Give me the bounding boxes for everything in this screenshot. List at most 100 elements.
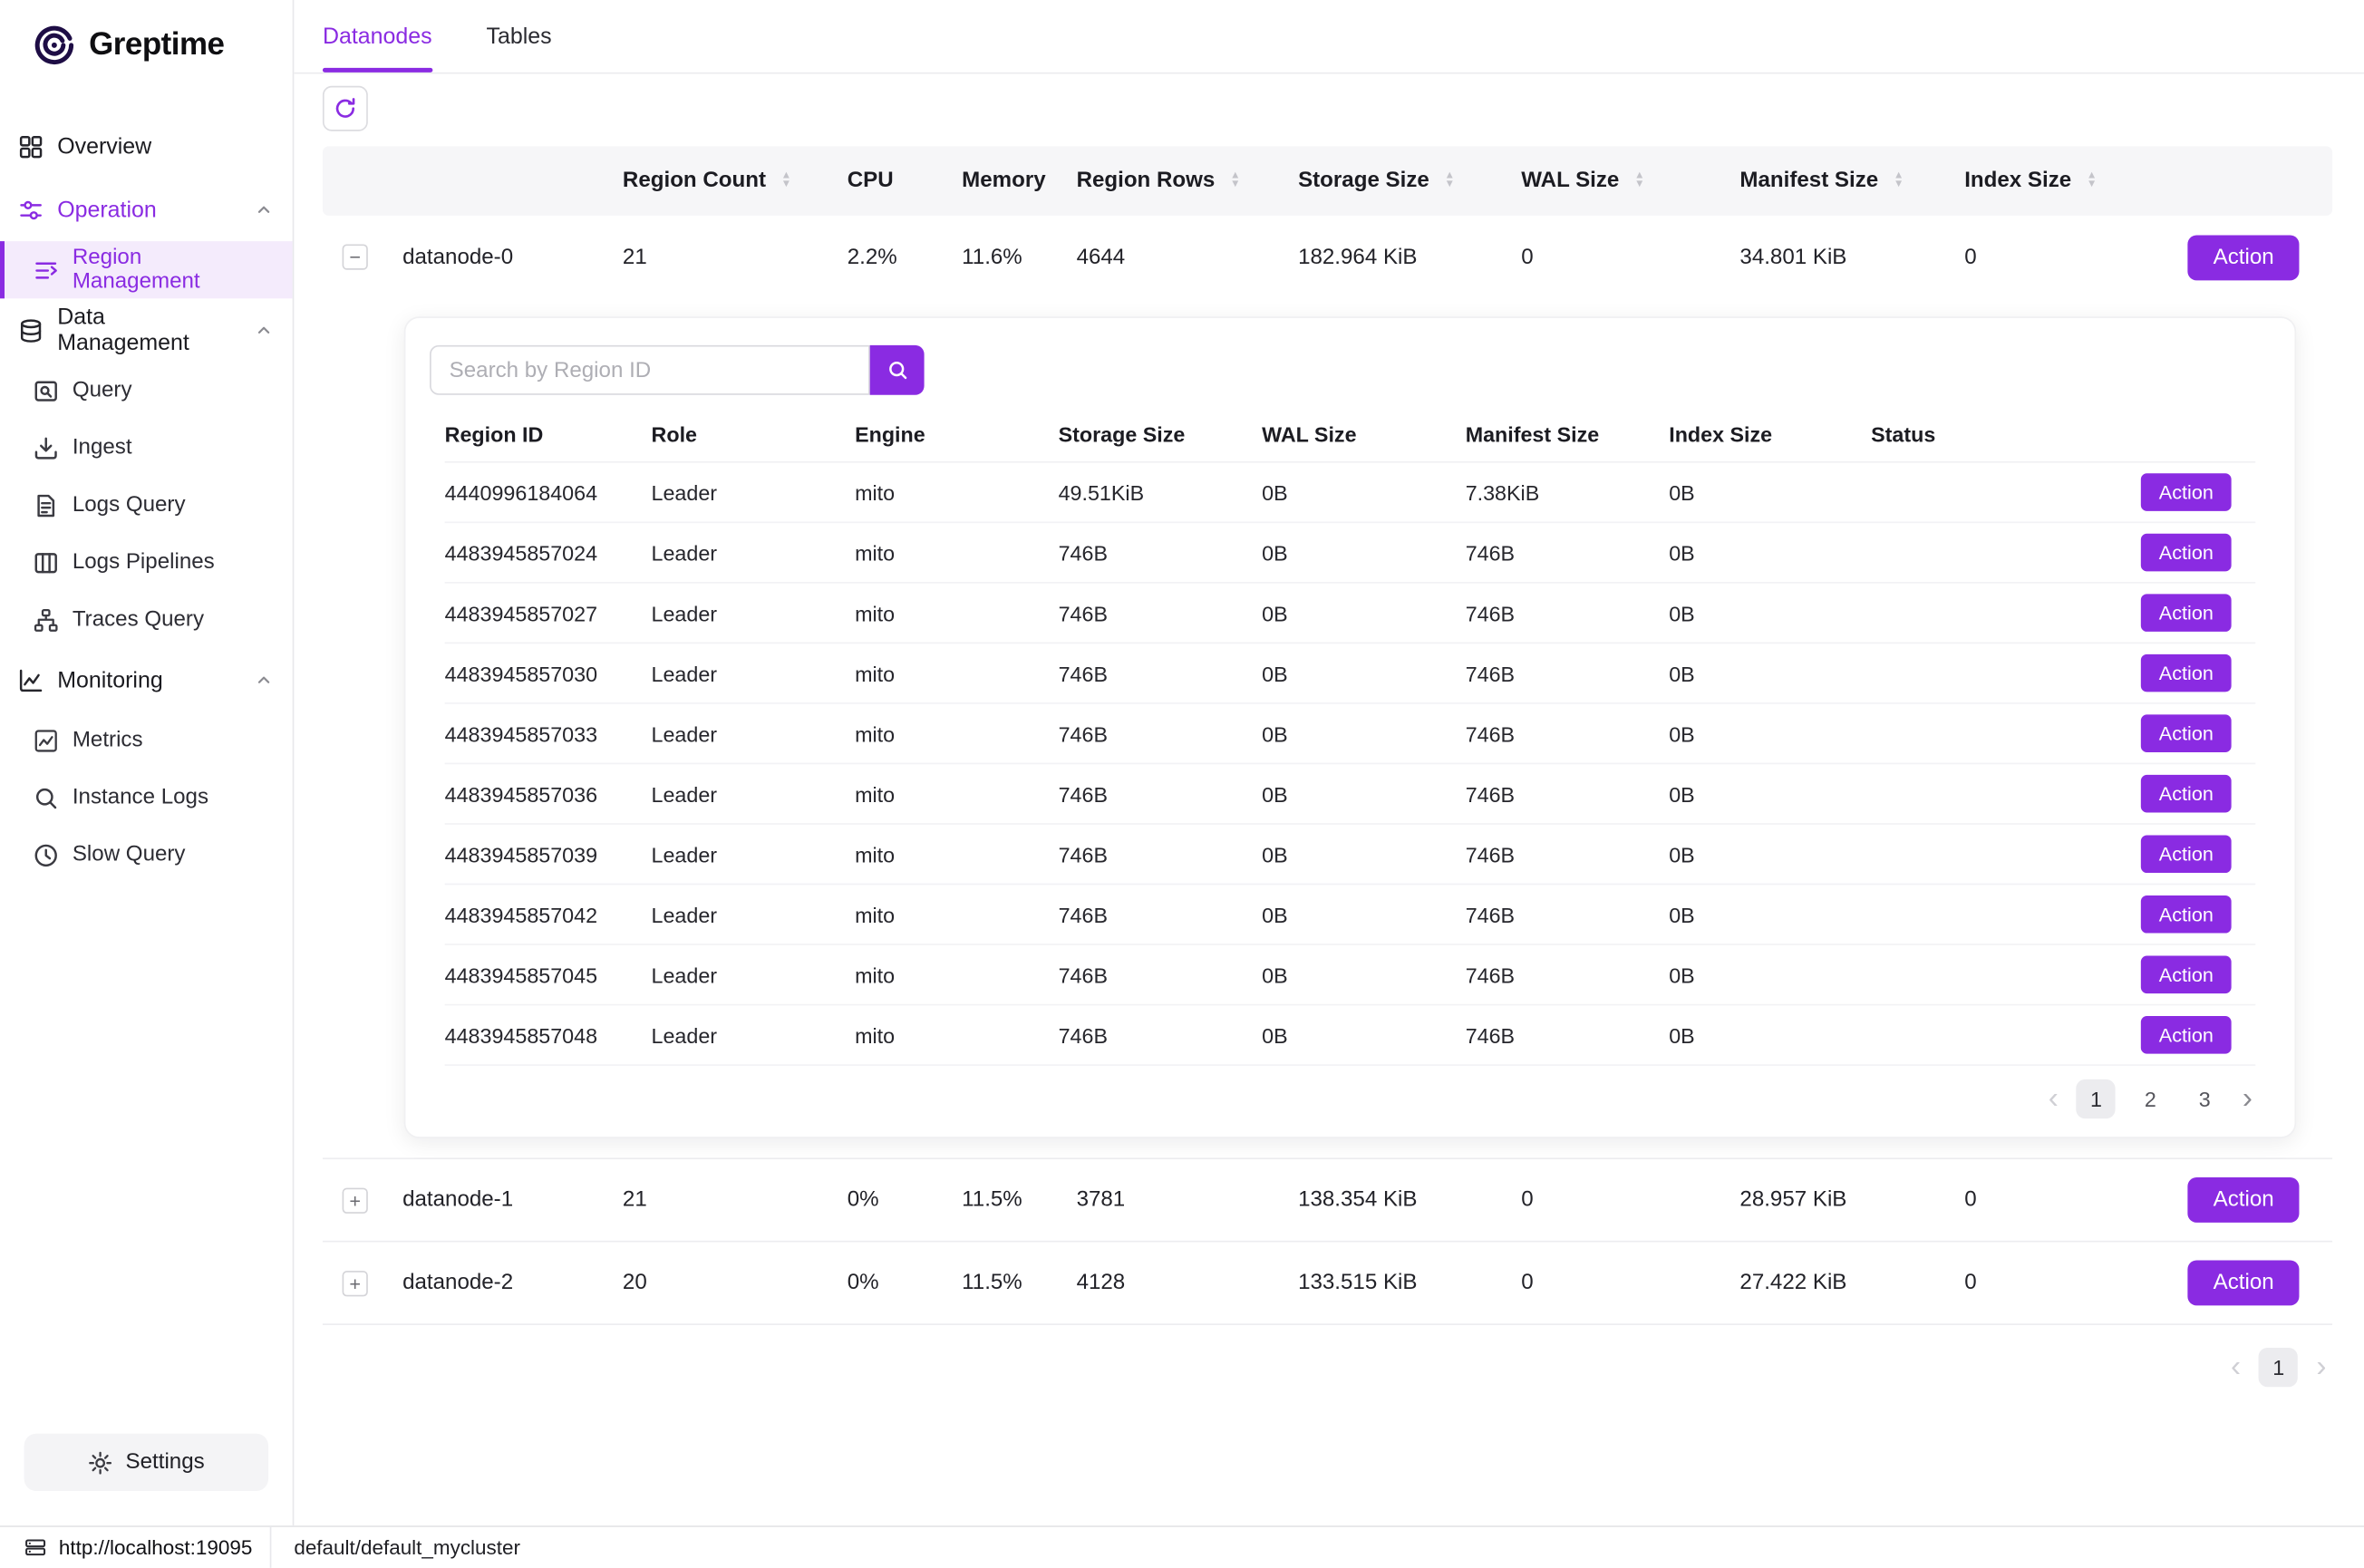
expand-row-button[interactable]: + [343, 1187, 368, 1213]
cell-storage-size: 182.964 KiB [1298, 245, 1521, 269]
sidebar-item-label: Query [73, 378, 132, 402]
statusbar: http://localhost:19095 default/default_m… [0, 1525, 2364, 1568]
cell-region-id: 4483945857045 [445, 963, 652, 987]
cell-wal-size: 0B [1262, 540, 1466, 565]
region-search [430, 345, 2271, 395]
next-page-icon[interactable]: › [2239, 1084, 2255, 1114]
sidebar-item-ingest[interactable]: Ingest [0, 419, 293, 476]
cell-role: Leader [652, 781, 856, 806]
sidebar-item-query[interactable]: Query [0, 362, 293, 419]
cell-wal-size: 0B [1262, 480, 1466, 505]
sidebar-item-slow-query[interactable]: Slow Query [0, 826, 293, 883]
sidebar-item-traces-query[interactable]: Traces Query [0, 591, 293, 648]
sort-icon[interactable]: ▲ ▼ [1230, 172, 1241, 190]
sidebar-item-label: Operation [57, 197, 157, 222]
action-button[interactable]: Action [2187, 1177, 2300, 1223]
sidebar-item-overview[interactable]: Overview [0, 114, 293, 178]
region-detail-panel: Region IDRoleEngineStorage SizeWAL SizeM… [404, 316, 2296, 1137]
sidebar-item-label: Instance Logs [73, 786, 208, 810]
search-button[interactable] [870, 345, 925, 395]
cell-role: Leader [652, 963, 856, 987]
action-button[interactable]: Action [2141, 473, 2232, 511]
sidebar-item-label: Overview [57, 133, 151, 159]
page-number[interactable]: 2 [2131, 1079, 2170, 1118]
cell-region-id: 4483945857039 [445, 842, 652, 866]
action-button[interactable]: Action [2141, 654, 2232, 692]
cell-manifest-size: 746B [1466, 781, 1670, 806]
cell-region-id: 4440996184064 [445, 480, 652, 505]
main-area: Datanodes Tables Region Count [294, 0, 2364, 1525]
cell-index-size: 0B [1669, 842, 1871, 866]
brand: Greptime [0, 0, 293, 91]
cell-storage-size: 746B [1059, 781, 1263, 806]
cell-storage-size: 746B [1059, 902, 1263, 926]
sidebar-item-logs-pipelines[interactable]: Logs Pipelines [0, 534, 293, 591]
cell-manifest-size: 746B [1466, 661, 1670, 685]
sort-icon[interactable]: ▲ ▼ [781, 172, 792, 190]
region-search-input[interactable] [430, 345, 870, 395]
sidebar-item-data-management[interactable]: Data Management [0, 298, 293, 362]
sidebar-item-region-management[interactable]: Region Management [0, 241, 293, 298]
collapse-row-button[interactable]: − [343, 244, 368, 269]
region-management-icon [34, 257, 59, 283]
action-button[interactable]: Action [2141, 775, 2232, 813]
tab-tables[interactable]: Tables [487, 0, 552, 73]
settings-button[interactable]: Settings [24, 1434, 268, 1491]
action-button[interactable]: Action [2141, 956, 2232, 994]
region-row: 4483945857033 Leader mito 746B 0B 746B 0… [445, 704, 2256, 765]
greptime-logo-icon [32, 23, 77, 68]
chevron-up-icon [253, 199, 274, 220]
region-row: 4483945857048 Leader mito 746B 0B 746B 0… [445, 1005, 2256, 1066]
action-button[interactable]: Action [2141, 1016, 2232, 1054]
refresh-button[interactable] [323, 86, 368, 131]
metrics-icon [34, 728, 59, 753]
app: Greptime Overview Operation Region Manag… [0, 0, 2364, 1568]
action-button[interactable]: Action [2141, 534, 2232, 572]
page-number[interactable]: 1 [2259, 1348, 2298, 1387]
next-page-icon: › [2313, 1352, 2330, 1382]
cell-datanode-name: datanode-2 [402, 1271, 623, 1295]
sidebar-item-metrics[interactable]: Metrics [0, 711, 293, 769]
action-button[interactable]: Action [2187, 1260, 2300, 1305]
cell-storage-size: 746B [1059, 601, 1263, 625]
cell-engine: mito [855, 540, 1059, 565]
cell-datanode-name: datanode-0 [402, 245, 623, 269]
action-button[interactable]: Action [2187, 235, 2300, 280]
column-header: Index Size [1669, 422, 1871, 447]
column-header-label: Region Count [623, 169, 766, 193]
sidebar-item-logs-query[interactable]: Logs Query [0, 477, 293, 534]
tab-datanodes[interactable]: Datanodes [323, 0, 432, 73]
brand-name: Greptime [89, 27, 224, 63]
sort-icon[interactable]: ▲ ▼ [1894, 172, 1904, 190]
cell-wal-size: 0B [1262, 721, 1466, 746]
page-number[interactable]: 3 [2185, 1079, 2224, 1118]
sidebar-item-operation[interactable]: Operation [0, 178, 293, 241]
action-button[interactable]: Action [2141, 835, 2232, 873]
cell-manifest-size: 27.422 KiB [1739, 1271, 1964, 1295]
datanodes-table-header: Region Count ▲ ▼ CPU [323, 146, 2332, 216]
column-header-label: Index Size [1964, 169, 2071, 193]
action-button[interactable]: Action [2141, 714, 2232, 752]
column-header: Region Count ▲ ▼ [623, 169, 848, 193]
sort-icon[interactable]: ▲ ▼ [2087, 172, 2098, 190]
sidebar-item-label: Monitoring [57, 667, 163, 692]
sort-icon[interactable]: ▲ ▼ [1444, 172, 1455, 190]
datanode-row: − datanode-0 21 2.2% 11.6% 4644 182.964 … [323, 216, 2332, 298]
cell-wal-size: 0B [1262, 601, 1466, 625]
cell-engine: mito [855, 963, 1059, 987]
expand-row-button[interactable]: + [343, 1270, 368, 1295]
cell-engine: mito [855, 601, 1059, 625]
page-number[interactable]: 1 [2077, 1079, 2116, 1118]
sidebar-item-monitoring[interactable]: Monitoring [0, 648, 293, 711]
action-button[interactable]: Action [2141, 895, 2232, 934]
data-management-icon [18, 317, 44, 343]
column-header-label: CPU [848, 169, 894, 193]
sort-icon[interactable]: ▲ ▼ [1634, 172, 1645, 190]
column-header-label: Memory [962, 169, 1045, 193]
datanode-row: + datanode-1 21 0% 11.5% 3781 138.354 Ki… [323, 1159, 2332, 1242]
action-button[interactable]: Action [2141, 594, 2232, 632]
connection-segment: http://localhost:19095 [0, 1536, 270, 1559]
settings-label: Settings [126, 1450, 205, 1475]
cell-region-id: 4483945857033 [445, 721, 652, 746]
sidebar-item-instance-logs[interactable]: Instance Logs [0, 769, 293, 826]
